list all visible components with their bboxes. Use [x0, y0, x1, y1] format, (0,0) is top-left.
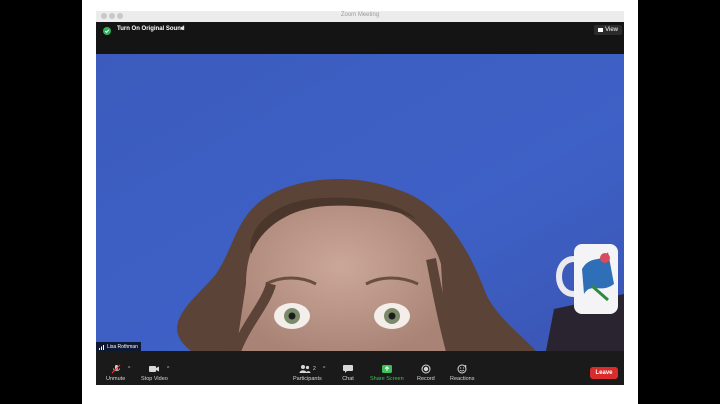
participants-chevron-icon[interactable]: ^ — [323, 366, 325, 372]
original-sound-button[interactable]: Turn On Original Sound — [117, 26, 185, 32]
chat-button[interactable]: Chat — [342, 364, 354, 382]
video-feed — [96, 54, 624, 353]
stop-video-label: Stop Video — [141, 376, 168, 382]
grid-icon — [598, 28, 604, 32]
participants-label: Participants — [293, 376, 322, 382]
record-icon — [421, 364, 431, 374]
share-screen-icon — [381, 365, 392, 373]
video-camera-icon — [149, 366, 160, 372]
encryption-shield-icon — [103, 27, 111, 35]
participant-name-tag: Lisa Rothman — [96, 342, 141, 351]
audio-options-chevron-icon[interactable]: ^ — [128, 366, 130, 372]
signal-icon — [99, 344, 104, 350]
share-screen-button[interactable]: Share Screen — [370, 364, 404, 382]
leave-button[interactable]: Leave — [590, 367, 618, 379]
muted-microphone-icon — [111, 364, 121, 374]
participants-icon — [299, 365, 311, 373]
participants-count: 2 — [312, 366, 316, 372]
share-screen-label: Share Screen — [370, 376, 404, 382]
stop-video-button[interactable]: Stop Video — [141, 364, 168, 382]
unmute-button[interactable]: Unmute — [106, 364, 125, 382]
record-label: Record — [417, 376, 435, 382]
reactions-label: Reactions — [450, 376, 475, 382]
participants-button[interactable]: 2 Participants — [293, 364, 322, 382]
window-title: Zoom Meeting — [340, 12, 380, 18]
meeting-toolbar — [96, 353, 624, 385]
participant-name: Lisa Rothman — [107, 343, 138, 350]
view-label: View — [605, 27, 618, 33]
unmute-label: Unmute — [106, 376, 126, 382]
zoom-window: Zoom Meeting Lisa Rothman — [96, 11, 624, 385]
chat-bubble-icon — [343, 365, 353, 373]
original-sound-chevron-icon[interactable]: ▾ — [181, 26, 184, 32]
video-options-chevron-icon[interactable]: ^ — [167, 366, 169, 372]
view-button[interactable]: View — [594, 25, 622, 35]
reactions-button[interactable]: Reactions — [450, 364, 474, 382]
reactions-smiley-icon — [457, 364, 467, 374]
record-button[interactable]: Record — [417, 364, 435, 382]
chat-label: Chat — [342, 376, 354, 382]
